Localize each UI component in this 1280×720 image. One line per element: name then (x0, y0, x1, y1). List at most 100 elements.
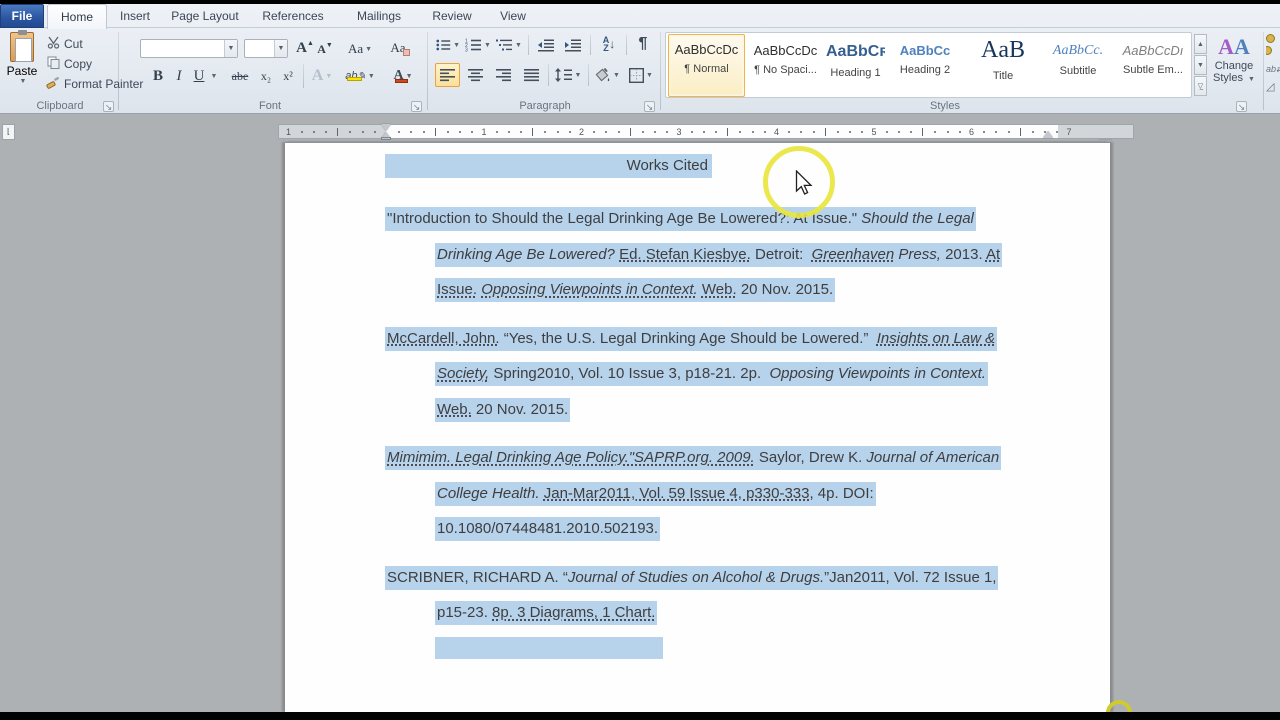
show-hide-paragraph-button[interactable]: ¶ (632, 33, 654, 55)
line-spacing-button[interactable]: ▼ (553, 63, 583, 87)
align-right-icon (496, 68, 512, 82)
shrink-font-button[interactable]: A▼ (316, 39, 334, 59)
paragraph-dialog-launcher[interactable]: ↘ (644, 101, 655, 112)
copy-button[interactable]: Copy (44, 55, 154, 73)
bullets-button[interactable]: ▼ (436, 35, 460, 55)
paste-button[interactable]: Paste ▼ (1, 30, 43, 98)
styles-dialog-launcher[interactable]: ↘ (1236, 101, 1247, 112)
selection-highlight: McCardell, John. “Yes, the U.S. Legal Dr… (385, 327, 997, 351)
style-title[interactable]: AaBTitle (965, 35, 1041, 95)
document-text: Works Cited "Introduction to Should the L… (385, 150, 1025, 681)
style-subtitle[interactable]: AaBbCc.Subtitle (1043, 35, 1113, 95)
citation-line[interactable]: Drinking Age Be Lowered? Ed. Stefan Kies… (385, 239, 1025, 275)
font-dialog-launcher[interactable]: ↘ (411, 101, 422, 112)
text-effects-button[interactable]: A▼ (310, 64, 334, 88)
citation-line[interactable]: "Introduction to Should the Legal Drinki… (385, 203, 1025, 239)
paste-dropdown-arrow[interactable]: ▼ (3, 78, 43, 85)
selection-highlight: Drinking Age Be Lowered? Ed. Stefan Kies… (435, 243, 1002, 267)
find-icon[interactable] (1266, 34, 1280, 58)
style-subtleem[interactable]: AaBbCcDıSubtle Em... (1115, 35, 1191, 95)
font-size-dropdown-arrow[interactable]: ▼ (274, 40, 287, 57)
citation-line[interactable]: College Health. Jan-Mar2011, Vol. 59 Iss… (385, 478, 1025, 514)
citation-line[interactable]: Web. 20 Nov. 2015. (385, 394, 1025, 430)
style-label: Heading 2 (887, 64, 963, 76)
citation-line[interactable]: Society, Spring2010, Vol. 10 Issue 3, p1… (385, 358, 1025, 394)
selection-highlight: "Introduction to Should the Legal Drinki… (385, 207, 976, 231)
citation-line[interactable]: McCardell, John. “Yes, the U.S. Legal Dr… (385, 323, 1025, 359)
bold-button[interactable]: B (149, 64, 167, 88)
font-name-combo[interactable]: ▼ (140, 39, 238, 58)
ribbon-tab-file[interactable]: File (0, 4, 44, 28)
clipboard-dialog-launcher[interactable]: ↘ (103, 101, 114, 112)
grow-font-button[interactable]: A▲ (295, 37, 315, 59)
ruler-number: 6 (969, 127, 974, 137)
clear-formatting-button[interactable]: Aa (388, 37, 412, 59)
word-application-window: FileHomeInsertPage LayoutReferencesMaili… (0, 0, 1280, 720)
justify-button[interactable] (519, 63, 544, 87)
first-line-indent-marker[interactable] (381, 124, 391, 131)
sort-button[interactable]: A Z ↓ (596, 33, 622, 55)
style-h1[interactable]: AaBbCʀHeading 1 (826, 35, 885, 95)
ribbon-tab-view[interactable]: View (486, 4, 540, 28)
font-size-combo[interactable]: ▼ (244, 39, 288, 58)
ribbon-tab-review[interactable]: Review (421, 4, 483, 28)
change-styles-button[interactable]: AA Change Styles ▼ (1206, 34, 1262, 98)
ribbon-tab-home[interactable]: Home (47, 4, 107, 29)
increase-indent-button[interactable] (561, 35, 585, 55)
citation-line[interactable]: Mimimim. Legal Drinking Age Policy."SAPR… (385, 442, 1025, 478)
replace-icon[interactable]: ab⇄ (1266, 64, 1280, 75)
selection-highlight: SCRIBNER, RICHARD A. “Journal of Studies… (385, 566, 998, 590)
shading-button[interactable]: ▼ (592, 63, 622, 87)
ribbon-tab-references[interactable]: References (250, 4, 336, 28)
horizontal-ruler: 12345671 (278, 123, 1134, 140)
right-indent-marker[interactable] (1043, 131, 1053, 138)
multilevel-list-icon (496, 38, 513, 52)
superscript-button[interactable]: x² (278, 64, 298, 88)
works-cited-title: Works Cited (627, 157, 708, 174)
underline-button[interactable]: U (191, 64, 207, 88)
top-letterbox-bar (0, 0, 1280, 4)
numbering-icon: 123 (465, 38, 482, 52)
align-center-button[interactable] (463, 63, 488, 87)
citation-line[interactable]: Issue. Opposing Viewpoints in Context. W… (385, 274, 1025, 310)
text-highlight-color-button[interactable]: ab✎ ▼ (343, 64, 377, 88)
underline-dropdown-arrow[interactable]: ▼ (209, 66, 219, 86)
editing-group-partial: ab⇄ ◿ (1266, 32, 1280, 102)
ruler-number: 5 (872, 127, 877, 137)
italic-button[interactable]: I (171, 64, 187, 88)
subscript-button[interactable]: x₂ (256, 64, 276, 88)
numbering-button[interactable]: 123 ▼ (465, 35, 491, 55)
ribbon-tab-insert[interactable]: Insert (110, 4, 160, 28)
multilevel-list-button[interactable]: ▼ (495, 35, 523, 55)
works-cited-title-line[interactable]: Works Cited (385, 150, 1025, 186)
align-right-button[interactable] (491, 63, 516, 87)
bullets-icon (436, 38, 451, 52)
format-painter-button[interactable]: Format Painter (44, 75, 154, 93)
borders-button[interactable]: ▼ (626, 63, 656, 87)
strikethrough-button[interactable]: abe (226, 64, 254, 88)
style-label: Heading 1 (826, 67, 885, 79)
selection-highlight: 10.1080/07448481.2010.502193. (435, 517, 660, 541)
style-preview: AaBbCcDc (747, 43, 824, 58)
trailing-selection-line[interactable] (385, 633, 1025, 669)
highlight-color-swatch (347, 77, 362, 81)
left-indent-marker[interactable] (381, 137, 391, 140)
style-h2[interactable]: AaBbCcHeading 2 (887, 35, 963, 95)
decrease-indent-button[interactable] (534, 35, 558, 55)
style-normal[interactable]: AaBbCcDc¶ Normal (668, 34, 745, 97)
font-color-button[interactable]: A ▼ (388, 64, 418, 88)
citation-line[interactable]: 10.1080/07448481.2010.502193. (385, 513, 1025, 549)
select-icon[interactable]: ◿ (1266, 80, 1280, 93)
font-size-input[interactable] (246, 41, 273, 56)
align-left-button[interactable] (435, 63, 460, 87)
font-name-dropdown-arrow[interactable]: ▼ (224, 40, 237, 57)
cut-button[interactable]: Cut (44, 35, 154, 53)
ribbon-tab-mailings[interactable]: Mailings (340, 4, 418, 28)
ribbon-tab-page-layout[interactable]: Page Layout (163, 4, 247, 28)
style-nospacing[interactable]: AaBbCcDc¶ No Spaci... (747, 35, 824, 95)
citation-line[interactable]: p15-23. 8p. 3 Diagrams, 1 Chart. (385, 597, 1025, 633)
tab-stop-selector[interactable]: ⌊ (2, 124, 15, 140)
citation-line[interactable]: SCRIBNER, RICHARD A. “Journal of Studies… (385, 562, 1025, 598)
change-case-button[interactable]: Aa▼ (344, 38, 376, 59)
font-name-input[interactable] (142, 41, 223, 56)
